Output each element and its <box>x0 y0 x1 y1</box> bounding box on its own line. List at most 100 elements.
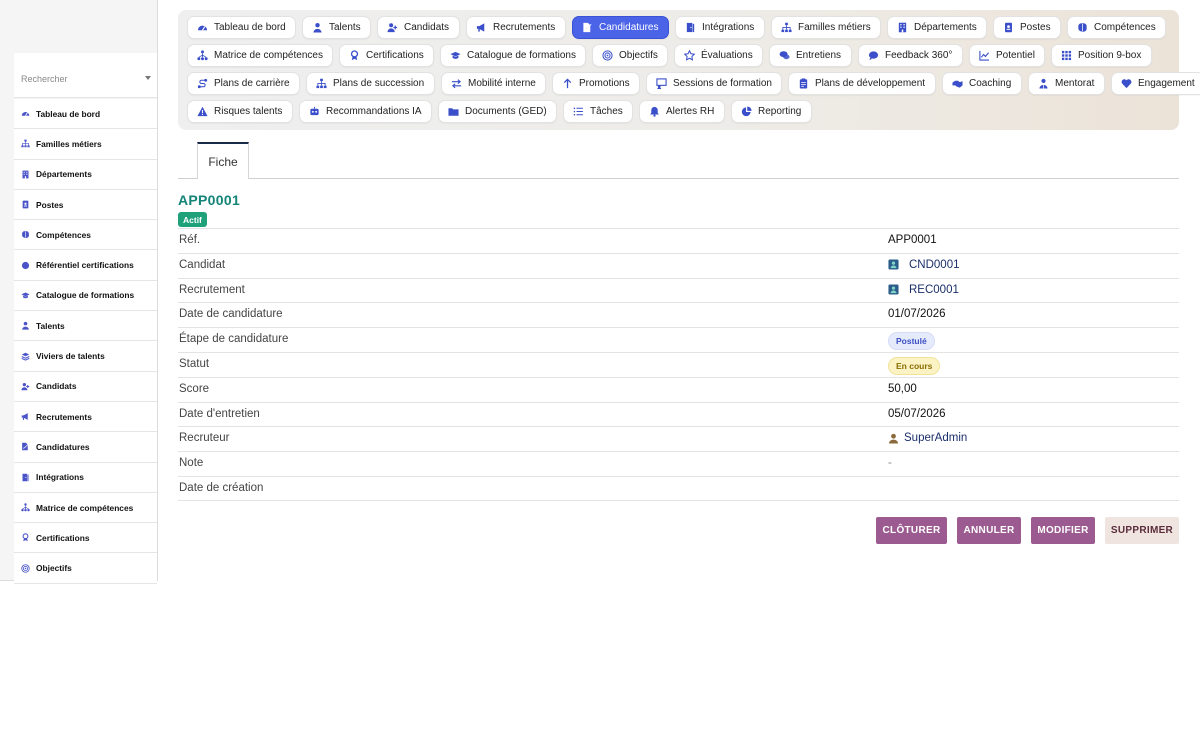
nav-tab-coaching[interactable]: Coaching <box>942 72 1022 95</box>
nav-tab-talents[interactable]: Talents <box>302 16 371 39</box>
sidebar-item-label: Départements <box>36 169 92 180</box>
tab-fiche[interactable]: Fiche <box>197 142 249 179</box>
nav-tab-label: Intégrations <box>702 22 755 33</box>
user-icon <box>312 22 323 33</box>
nav-tab-candidatures[interactable]: Candidatures <box>572 16 669 39</box>
nav-tab-potentiel[interactable]: Potentiel <box>969 44 1045 67</box>
nav-tab-label: Sessions de formation <box>673 78 772 89</box>
field-link[interactable]: REC0001 <box>888 284 959 296</box>
nav-tab-plans-de-carriere[interactable]: Plans de carrière <box>187 72 300 95</box>
nav-tab-position-9-box[interactable]: Position 9-box <box>1051 44 1152 67</box>
field-link-text[interactable]: SuperAdmin <box>904 432 967 444</box>
annuler-button[interactable]: ANNULER <box>957 517 1021 544</box>
nav-tab-engagement[interactable]: Engagement <box>1111 72 1200 95</box>
nav-tab-label: Recrutements <box>493 22 556 33</box>
nav-tab-label: Plans de carrière <box>214 78 290 89</box>
sidebar-item-talents[interactable]: Talents <box>14 311 157 342</box>
nav-tab-taches[interactable]: Tâches <box>563 100 633 123</box>
sidebar-search-select[interactable]: Rechercher <box>14 53 157 98</box>
award-icon <box>349 50 360 61</box>
nav-tab-evaluations[interactable]: Évaluations <box>674 44 763 67</box>
nav-tab-candidats[interactable]: Candidats <box>377 16 460 39</box>
star-icon <box>684 50 695 61</box>
sidebar-item-integrations[interactable]: Intégrations <box>14 462 157 493</box>
user-plus-icon <box>387 22 398 33</box>
nav-tab-label: Plans de succession <box>333 78 425 89</box>
network-icon <box>197 50 208 61</box>
nav-tab-tableau-de-bord[interactable]: Tableau de bord <box>187 16 296 39</box>
sidebar-item-certifications[interactable]: Certifications <box>14 523 157 554</box>
building-icon <box>21 170 30 179</box>
sidebar-item-label: Objectifs <box>36 563 72 574</box>
nav-tab-alertes-rh[interactable]: Alertes RH <box>639 100 725 123</box>
field-link-text[interactable]: CND0001 <box>909 259 960 271</box>
field-label: Note <box>179 457 204 470</box>
nav-tab-sessions-de-formation[interactable]: Sessions de formation <box>646 72 782 95</box>
nav-tab-risques-talents[interactable]: Risques talents <box>187 100 293 123</box>
route-icon <box>197 78 208 89</box>
sidebar-item-postes[interactable]: Postes <box>14 189 157 221</box>
nav-tab-mentorat[interactable]: Mentorat <box>1028 72 1105 95</box>
cloturer-button[interactable]: CLÔTURER <box>876 517 947 544</box>
nav-tab-label: Talents <box>329 22 361 33</box>
sidebar-item-label: Candidats <box>36 381 77 392</box>
sidebar-item-catalogue-de-formations[interactable]: Catalogue de formations <box>14 280 157 312</box>
nav-tab-label: Évaluations <box>701 50 753 61</box>
sidebar-item-candidatures[interactable]: Candidatures <box>14 432 157 463</box>
nav-tab-mobilite-interne[interactable]: Mobilité interne <box>441 72 546 95</box>
nav-tab-documents-ged[interactable]: Documents (GED) <box>438 100 557 123</box>
nav-tab-label: Coaching <box>969 78 1012 89</box>
megaphone-icon <box>21 412 30 421</box>
nav-tab-postes[interactable]: Postes <box>993 16 1061 39</box>
sidebar-item-viviers-de-talents[interactable]: Viviers de talents <box>14 341 157 372</box>
nav-tab-recrutements[interactable]: Recrutements <box>466 16 566 39</box>
sidebar-item-departements[interactable]: Départements <box>14 159 157 190</box>
sidebar-item-label: Familles métiers <box>36 138 102 149</box>
nav-tab-catalogue-de-formations[interactable]: Catalogue de formations <box>440 44 586 67</box>
sidebar-item-referentiel-certifications[interactable]: Référentiel certifications <box>14 250 157 281</box>
sidebar-item-label: Postes <box>36 199 64 210</box>
nav-tab-objectifs[interactable]: Objectifs <box>592 44 668 67</box>
nav-tab-integrations[interactable]: Intégrations <box>675 16 765 39</box>
nav-tab-certifications[interactable]: Certifications <box>339 44 434 67</box>
nav-tab-recommandations-ia[interactable]: Recommandations IA <box>299 100 432 123</box>
sidebar-item-competences[interactable]: Compétences <box>14 220 157 251</box>
handshake-icon <box>952 78 963 89</box>
nav-tab-label: Candidats <box>404 22 450 33</box>
sidebar-item-recrutements[interactable]: Recrutements <box>14 401 157 433</box>
nav-tab-competences[interactable]: Compétences <box>1067 16 1166 39</box>
chalkboard-icon <box>656 78 667 89</box>
sidebar-item-candidats[interactable]: Candidats <box>14 371 157 402</box>
nav-tab-departements[interactable]: Départements <box>887 16 987 39</box>
warning-icon <box>197 106 208 117</box>
nav-tab-entretiens[interactable]: Entretiens <box>769 44 852 67</box>
nav-tab-reporting[interactable]: Reporting <box>731 100 812 123</box>
field-label: Date d'entretien <box>179 407 260 420</box>
field-label: Réf. <box>179 234 201 246</box>
sidebar-item-objectifs[interactable]: Objectifs <box>14 553 157 584</box>
heart-icon <box>1121 78 1132 89</box>
field-link[interactable]: CND0001 <box>888 259 960 271</box>
dashboard-icon <box>21 109 30 118</box>
field-row: Date de candidature 01/07/2026 <box>178 302 1179 327</box>
sidebar-item-tableau-de-bord[interactable]: Tableau de bord <box>14 99 157 130</box>
nav-tab-matrice-de-competences[interactable]: Matrice de compétences <box>187 44 333 67</box>
modifier-button[interactable]: MODIFIER <box>1031 517 1095 544</box>
nav-tab-label: Recommandations IA <box>326 106 422 117</box>
field-link-text[interactable]: REC0001 <box>909 284 959 296</box>
supprimer-button[interactable]: SUPPRIMER <box>1105 517 1179 544</box>
sitemap-icon <box>316 78 327 89</box>
nav-tab-plans-de-developpement[interactable]: Plans de développement <box>788 72 936 95</box>
sidebar-item-label: Référentiel certifications <box>36 260 134 271</box>
target-icon <box>21 563 30 573</box>
sidebar-item-familles-metiers[interactable]: Familles métiers <box>14 129 157 160</box>
sitemap-icon <box>781 22 792 33</box>
field-link[interactable]: SuperAdmin <box>888 432 967 444</box>
nav-tab-feedback-360[interactable]: Feedback 360° <box>858 44 963 67</box>
nav-tab-label: Plans de développement <box>815 78 926 89</box>
sidebar-item-matrice-de-competences[interactable]: Matrice de compétences <box>14 492 157 524</box>
nav-tab-label: Tableau de bord <box>214 22 286 33</box>
nav-tab-plans-de-succession[interactable]: Plans de succession <box>306 72 435 95</box>
nav-tab-promotions[interactable]: Promotions <box>552 72 640 95</box>
nav-tab-familles-metiers[interactable]: Familles métiers <box>771 16 881 39</box>
